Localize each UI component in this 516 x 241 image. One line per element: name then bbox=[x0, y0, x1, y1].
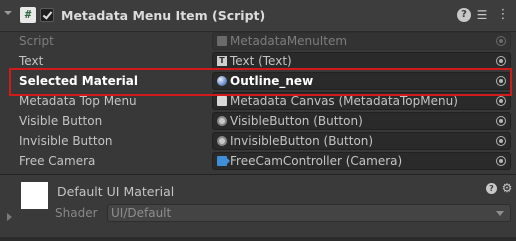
component-title: Metadata Menu Item (Script) bbox=[61, 8, 266, 23]
presets-icon[interactable]: ☰ bbox=[475, 8, 489, 22]
button-icon bbox=[217, 116, 227, 126]
field-value: FreeCamController (Camera) bbox=[230, 154, 403, 168]
object-picker-icon bbox=[496, 36, 506, 46]
context-menu-icon[interactable]: ⋮ bbox=[496, 8, 510, 22]
field-value: InvisibleButton (Button) bbox=[230, 134, 374, 148]
component-header: # Metadata Menu Item (Script) ? ☰ ⋮ bbox=[0, 0, 516, 32]
help-icon[interactable]: ? bbox=[457, 8, 471, 22]
object-picker-icon[interactable] bbox=[496, 136, 506, 146]
field-value: Metadata Canvas (MetadataTopMenu) bbox=[230, 94, 458, 108]
field-row-free-camera: Free Camera FreeCamController (Camera) bbox=[0, 151, 516, 171]
foldout-arrow-icon[interactable] bbox=[7, 213, 12, 221]
invisible-button-field[interactable]: InvisibleButton (Button) bbox=[212, 132, 511, 150]
text-icon: T bbox=[217, 56, 227, 66]
help-icon[interactable]: ? bbox=[486, 183, 497, 194]
material-name: Default UI Material bbox=[57, 184, 175, 199]
object-picker-icon[interactable] bbox=[496, 156, 506, 166]
csharp-script-icon: # bbox=[20, 7, 36, 23]
material-section: Default UI Material ? ⚙ Shader UI/Defaul… bbox=[0, 175, 516, 241]
field-label: Metadata Top Menu bbox=[19, 94, 137, 108]
visible-button-field[interactable]: VisibleButton (Button) bbox=[212, 112, 511, 130]
bottom-bar bbox=[0, 237, 516, 241]
field-row-script: Script MetadataMenuItem bbox=[0, 31, 516, 51]
field-row-visible-button: Visible Button VisibleButton (Button) bbox=[0, 111, 516, 131]
camera-icon bbox=[217, 156, 230, 166]
field-label: Visible Button bbox=[19, 114, 103, 128]
field-value: MetadataMenuItem bbox=[230, 34, 348, 48]
free-camera-field[interactable]: FreeCamController (Camera) bbox=[212, 152, 511, 170]
button-icon bbox=[217, 136, 227, 146]
field-label: Script bbox=[19, 34, 54, 48]
field-value: Text (Text) bbox=[230, 54, 292, 68]
field-value: VisibleButton (Button) bbox=[230, 114, 363, 128]
field-label: Invisible Button bbox=[19, 134, 113, 148]
chevron-down-icon bbox=[496, 211, 504, 216]
shader-value: UI/Default bbox=[111, 206, 172, 220]
canvas-icon bbox=[217, 96, 227, 106]
field-label: Text bbox=[19, 54, 44, 68]
field-row-invisible-button: Invisible Button InvisibleButton (Button… bbox=[0, 131, 516, 151]
shader-label: Shader bbox=[55, 206, 98, 220]
script-icon bbox=[217, 36, 227, 46]
shader-dropdown[interactable]: UI/Default bbox=[107, 204, 511, 222]
gear-icon[interactable]: ⚙ bbox=[500, 181, 514, 195]
material-preview-swatch bbox=[21, 182, 48, 209]
highlight-box bbox=[9, 68, 512, 96]
object-picker-icon[interactable] bbox=[496, 56, 506, 66]
object-picker-icon[interactable] bbox=[496, 116, 506, 126]
foldout-arrow-icon[interactable] bbox=[4, 11, 12, 15]
script-field: MetadataMenuItem bbox=[212, 32, 511, 50]
object-picker-icon[interactable] bbox=[496, 96, 506, 106]
component-enabled-checkbox[interactable] bbox=[40, 8, 54, 22]
field-label: Free Camera bbox=[19, 154, 96, 168]
